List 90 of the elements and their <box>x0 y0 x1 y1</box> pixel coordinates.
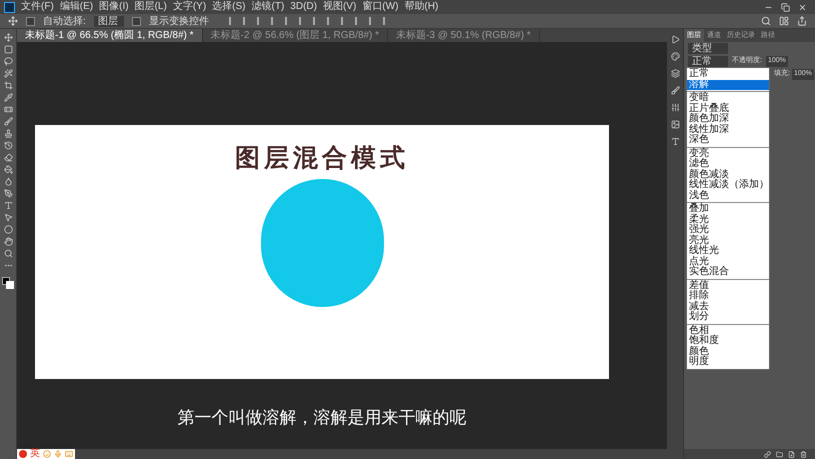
document-title: 图层混合模式 <box>235 143 409 173</box>
blend-mode-option[interactable]: 强光 <box>687 225 769 236</box>
menu-item[interactable]: 帮助(H) <box>404 1 438 13</box>
bandage-icon[interactable] <box>4 105 12 114</box>
ellipse-icon[interactable] <box>4 225 12 234</box>
blend-mode-option[interactable]: 色相 <box>687 326 769 336</box>
magic-wand-icon[interactable] <box>4 69 12 78</box>
video-subtitle: 第一个叫做溶解，溶解是用来干嘛的呢 <box>178 407 466 429</box>
menu-item[interactable]: 图层(L) <box>134 1 167 13</box>
workspace-icon[interactable] <box>779 16 789 26</box>
blend-mode-option[interactable]: 实色混合 <box>687 267 769 278</box>
menu-item[interactable]: 文字(Y) <box>172 1 206 13</box>
zoom-icon[interactable] <box>4 249 12 258</box>
pen-icon[interactable] <box>4 189 12 198</box>
sliders-icon[interactable] <box>670 103 680 112</box>
blend-mode-option[interactable]: 叠加 <box>687 204 769 214</box>
blend-mode-option[interactable]: 线性光 <box>687 246 769 256</box>
menu-item[interactable]: 滤镜(T) <box>252 1 284 13</box>
blend-mode-option[interactable]: 滤色 <box>687 159 769 170</box>
menu-item[interactable]: 编辑(E) <box>60 1 94 13</box>
color-swatches-icon[interactable] <box>2 277 14 289</box>
share-icon[interactable] <box>797 16 807 26</box>
marquee-icon[interactable] <box>4 45 12 54</box>
transform-controls-label: 显示变换控件 <box>148 14 209 28</box>
folder-icon[interactable] <box>776 450 783 458</box>
type-icon[interactable] <box>4 201 12 210</box>
document-tab[interactable]: 未标题-1 @ 66.5% (椭圆 1, RGB/8#) * <box>17 29 203 42</box>
blend-mode-option[interactable]: 深色 <box>687 135 769 146</box>
blend-mode-option[interactable]: 排除 <box>687 291 769 302</box>
crop-icon[interactable] <box>4 81 12 90</box>
blend-mode-option[interactable]: 明度 <box>687 357 769 368</box>
blend-mode-option[interactable]: 颜色 <box>687 346 769 357</box>
menu-item[interactable]: 图像(I) <box>99 1 129 13</box>
microphone-icon[interactable] <box>54 450 62 458</box>
blend-mode-option[interactable]: 减去 <box>687 302 769 312</box>
link-icon[interactable] <box>764 450 771 458</box>
history-brush-icon[interactable] <box>4 141 12 150</box>
stamp-icon[interactable] <box>4 129 12 138</box>
ime-mode[interactable]: 英 <box>30 449 40 459</box>
image-icon[interactable] <box>670 120 680 129</box>
close-icon[interactable] <box>798 2 807 12</box>
menu-item[interactable]: 3D(D) <box>290 1 317 13</box>
auto-select-label: 自动选择: <box>43 14 86 28</box>
menu-item[interactable]: 窗口(W) <box>362 1 398 13</box>
eyedropper-icon[interactable] <box>4 93 12 102</box>
blend-mode-option[interactable]: 变亮 <box>687 148 769 159</box>
keyboard-icon[interactable] <box>65 450 73 458</box>
filter-dropdown[interactable]: 类型 <box>688 43 728 54</box>
type-icon[interactable] <box>670 137 680 146</box>
blend-mode-option[interactable]: 亮光 <box>687 236 769 246</box>
menu-item[interactable]: 选择(S) <box>212 1 246 13</box>
blend-mode-dropdown[interactable]: 正常 <box>688 56 728 67</box>
layers-icon[interactable] <box>670 69 680 78</box>
restore-icon[interactable] <box>781 2 790 12</box>
palette-icon[interactable] <box>670 52 680 61</box>
blend-mode-option[interactable]: 饱和度 <box>687 336 769 346</box>
brush-icon[interactable] <box>670 86 680 95</box>
lasso-icon[interactable] <box>4 57 12 66</box>
blend-mode-option[interactable]: 线性减淡（添加） <box>687 180 769 190</box>
trash-icon[interactable] <box>800 450 807 458</box>
pointer-icon[interactable] <box>4 213 12 222</box>
blend-mode-option[interactable]: 颜色加深 <box>687 114 769 124</box>
search-icon[interactable] <box>761 16 771 26</box>
play-icon[interactable] <box>670 35 680 44</box>
blend-mode-option[interactable]: 线性加深 <box>687 124 769 135</box>
new-layer-icon[interactable] <box>788 450 795 458</box>
auto-select-checkbox[interactable] <box>26 16 35 26</box>
target-dropdown[interactable]: 图层 <box>94 16 124 26</box>
blend-mode-option[interactable]: 划分 <box>687 312 769 322</box>
blend-mode-option[interactable]: 正常 <box>687 69 769 80</box>
brush-icon[interactable] <box>4 117 12 126</box>
menu-item[interactable]: 文件(F) <box>21 1 54 13</box>
menu-item[interactable]: 视图(V) <box>322 1 356 13</box>
blend-mode-option[interactable]: 柔光 <box>687 214 769 225</box>
ime-logo-icon[interactable] <box>19 450 27 458</box>
eraser-icon[interactable] <box>4 153 12 162</box>
blend-mode-option[interactable]: 差值 <box>687 280 769 291</box>
blend-mode-option[interactable]: 点光 <box>687 256 769 267</box>
transform-controls-checkbox[interactable] <box>132 16 141 26</box>
hand-icon[interactable] <box>4 237 12 246</box>
droplet-icon[interactable] <box>4 177 12 186</box>
smile-icon[interactable] <box>43 450 51 458</box>
blend-mode-option[interactable]: 浅色 <box>687 190 769 201</box>
blend-mode-option[interactable]: 正片叠底 <box>687 104 769 114</box>
blend-mode-option[interactable]: 颜色减淡 <box>687 170 769 180</box>
blend-mode-option[interactable]: 变暗 <box>687 93 769 104</box>
move-icon[interactable] <box>8 16 18 26</box>
move-icon[interactable] <box>4 33 12 42</box>
paint-bucket-icon[interactable] <box>4 165 12 174</box>
app-logo-icon <box>4 2 15 12</box>
